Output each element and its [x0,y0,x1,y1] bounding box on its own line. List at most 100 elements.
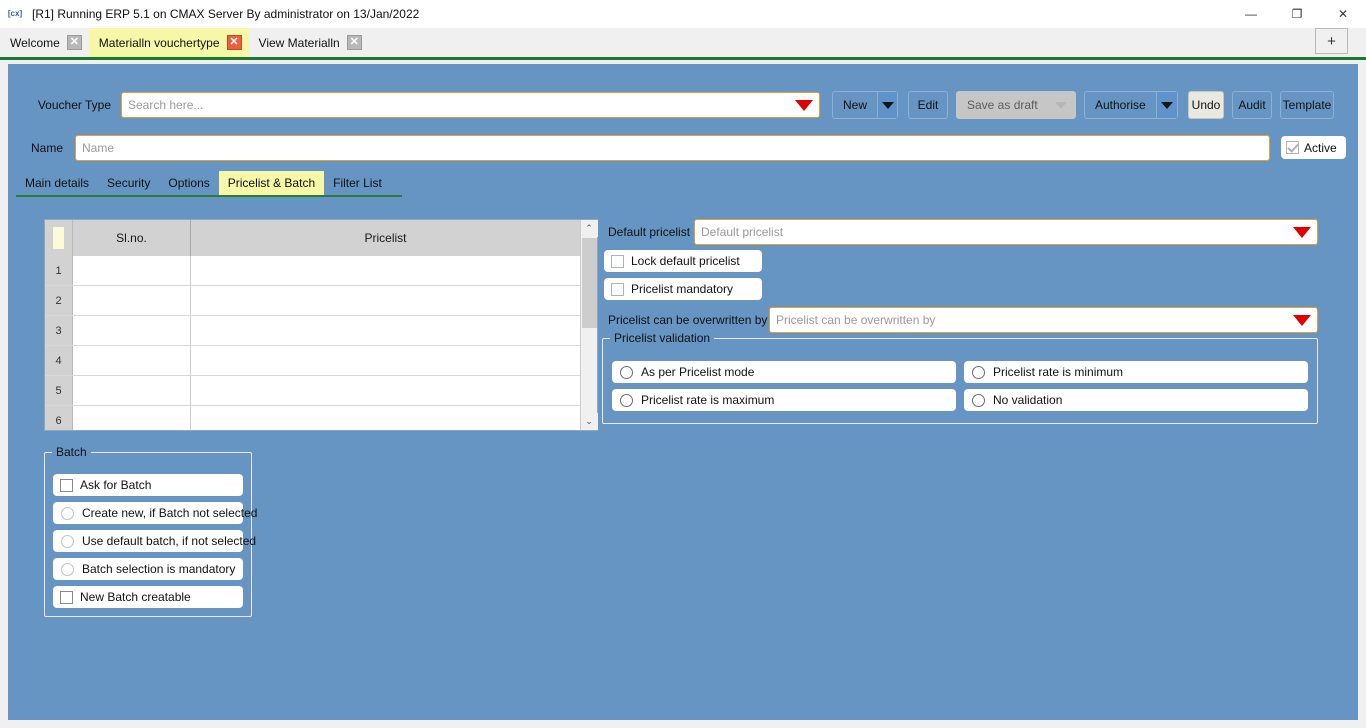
cell-slno[interactable] [73,346,191,375]
radio-use-default-batch-if-not-selected[interactable]: Use default batch, if not selected [53,530,243,552]
save-as-draft-label: Save as draft [957,98,1048,112]
lock-default-pricelist-label: Lock default pricelist [631,254,740,268]
radio-icon [620,366,633,379]
radio-create-new-if-batch-not-selected[interactable]: Create new, if Batch not selected [53,502,243,524]
new-batch-creatable-checkbox[interactable]: New Batch creatable [53,586,243,608]
chevron-down-icon[interactable] [795,100,813,111]
chevron-down-icon[interactable] [1293,227,1311,238]
window-title: [R1] Running ERP 5.1 on CMAX Server By a… [32,7,419,21]
row-number: 6 [45,406,73,430]
row-number: 2 [45,286,73,315]
table-row[interactable]: 1 [45,256,580,286]
window-titlebar: [cx] [R1] Running ERP 5.1 on CMAX Server… [0,0,1366,28]
grid-header-row: Sl.no. Pricelist [45,220,580,256]
new-dropdown-toggle[interactable] [877,92,897,118]
window-controls: — ❐ ✕ [1228,0,1366,28]
pricelist-overwritten-placeholder: Pricelist can be overwritten by [776,313,935,327]
name-input[interactable]: Name [75,135,1270,161]
grid-select-all-header[interactable] [45,220,73,256]
scroll-down-icon[interactable]: ⌄ [581,413,598,430]
chevron-down-icon [882,102,894,109]
form-panel: Voucher Type Search here... New Edit Sav… [8,64,1358,720]
chevron-down-icon [1161,102,1173,109]
radio-no-validation[interactable]: No validation [964,389,1308,411]
cell-pricelist[interactable] [191,256,580,285]
table-row[interactable]: 5 [45,376,580,406]
tab-label: View Materialln [259,36,340,50]
scroll-up-icon[interactable]: ⌃ [581,220,598,237]
tab-welcome[interactable]: Welcome ✕ [0,28,89,57]
tab-close-icon[interactable]: ✕ [67,35,82,50]
radio-icon [972,394,985,407]
voucher-type-input[interactable]: Search here... [121,92,820,118]
scrollbar-thumb[interactable] [582,238,597,328]
tab-close-icon[interactable]: ✕ [227,35,242,50]
checkbox-icon [611,255,624,268]
radio-icon [61,507,74,520]
tab-security[interactable]: Security [98,171,159,195]
cell-slno[interactable] [73,376,191,405]
cell-slno[interactable] [73,316,191,345]
table-row[interactable]: 6 [45,406,580,430]
default-pricelist-input[interactable]: Default pricelist [694,219,1318,245]
row-number: 1 [45,256,73,285]
tab-main-details[interactable]: Main details [16,171,98,195]
radio-batch-selection-is-mandatory[interactable]: Batch selection is mandatory [53,558,243,580]
sub-tab-label: Options [168,176,209,190]
pricelist-overwritten-input[interactable]: Pricelist can be overwritten by [769,307,1318,333]
save-as-draft-dropdown-toggle[interactable] [1048,92,1075,118]
pricelist-mandatory-checkbox[interactable]: Pricelist mandatory [604,278,762,300]
tab-materialin-vouchertype[interactable]: Materialln vouchertype ✕ [89,28,249,57]
pricelist-grid[interactable]: Sl.no. Pricelist 1 2 3 4 [44,219,598,431]
template-button[interactable]: Template [1280,91,1334,119]
authorise-dropdown-toggle[interactable] [1156,92,1177,118]
selection-marker-icon [53,227,64,249]
cell-pricelist[interactable] [191,286,580,315]
grid-header-pricelist[interactable]: Pricelist [191,220,580,256]
cell-pricelist[interactable] [191,376,580,405]
name-label: Name [31,141,63,155]
save-as-draft-button[interactable]: Save as draft [956,91,1076,119]
active-checkbox[interactable]: Active [1281,136,1346,159]
new-tab-button[interactable]: + [1315,28,1348,54]
radio-as-per-pricelist-mode[interactable]: As per Pricelist mode [612,361,956,383]
tab-options[interactable]: Options [159,171,218,195]
radio-pricelist-rate-is-minimum[interactable]: Pricelist rate is minimum [964,361,1308,383]
cell-slno[interactable] [73,286,191,315]
grid-vertical-scrollbar[interactable]: ⌃ ⌄ [580,220,597,430]
table-row[interactable]: 4 [45,346,580,376]
close-icon[interactable]: ✕ [1320,0,1366,28]
audit-button[interactable]: Audit [1232,91,1272,119]
tab-close-icon[interactable]: ✕ [347,35,362,50]
tab-pricelist-and-batch[interactable]: Pricelist & Batch [219,171,324,195]
grid-body: Sl.no. Pricelist 1 2 3 4 [45,220,580,430]
new-button[interactable]: New [832,91,898,119]
table-row[interactable]: 3 [45,316,580,346]
new-batch-creatable-label: New Batch creatable [80,590,191,604]
cell-pricelist[interactable] [191,406,580,430]
cell-pricelist[interactable] [191,346,580,375]
sub-tab-label: Filter List [333,176,382,190]
grid-header-slno[interactable]: Sl.no. [73,220,191,256]
ask-for-batch-label: Ask for Batch [80,478,151,492]
row-number: 3 [45,316,73,345]
tab-filter-list[interactable]: Filter List [324,171,391,195]
table-row[interactable]: 2 [45,286,580,316]
undo-button[interactable]: Undo [1188,91,1224,119]
lock-default-pricelist-checkbox[interactable]: Lock default pricelist [604,250,762,272]
radio-pricelist-rate-is-maximum[interactable]: Pricelist rate is maximum [612,389,956,411]
cell-pricelist[interactable] [191,316,580,345]
cell-slno[interactable] [73,256,191,285]
ask-for-batch-checkbox[interactable]: Ask for Batch [53,474,243,496]
edit-button[interactable]: Edit [908,91,948,119]
row-number: 4 [45,346,73,375]
minimize-icon[interactable]: — [1228,0,1274,28]
cell-slno[interactable] [73,406,191,430]
name-placeholder: Name [82,141,114,155]
tab-view-materialin[interactable]: View Materialln ✕ [249,28,369,57]
chevron-down-icon[interactable] [1293,315,1311,326]
template-button-label: Template [1273,98,1342,112]
authorise-button-label: Authorise [1085,98,1156,112]
maximize-icon[interactable]: ❐ [1274,0,1320,28]
authorise-button[interactable]: Authorise [1084,91,1178,119]
